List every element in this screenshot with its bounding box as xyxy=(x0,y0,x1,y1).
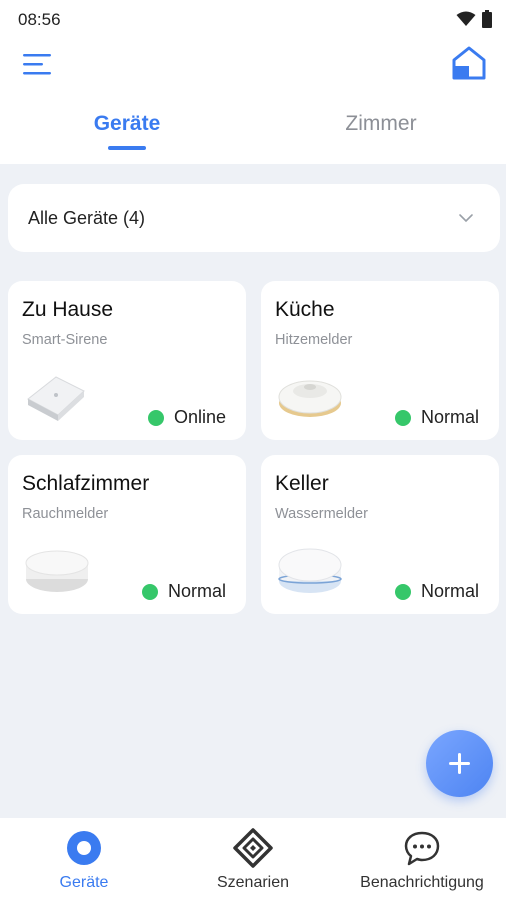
status-dot xyxy=(394,583,411,600)
status-bar: 08:56 xyxy=(0,0,506,40)
hamburger-menu-icon xyxy=(23,54,51,75)
heat-detector-image xyxy=(278,380,342,417)
smoke-detector-image xyxy=(25,550,89,592)
status-text: Online xyxy=(173,407,226,427)
status-text: Normal xyxy=(420,407,479,427)
home-button[interactable] xyxy=(450,44,488,82)
device-room: Keller xyxy=(275,472,329,495)
device-status: Normal xyxy=(141,581,226,602)
nav-label: Geräte xyxy=(59,874,109,891)
device-card-kueche[interactable]: Küche Hitzemelder Normal xyxy=(261,281,499,440)
nav-item-geraete[interactable]: Geräte xyxy=(0,828,168,892)
chat-bubble-icon xyxy=(404,831,440,866)
device-type: Hitzemelder xyxy=(275,332,353,348)
device-room: Küche xyxy=(275,298,335,321)
scenes-icon xyxy=(233,828,273,868)
home-icon xyxy=(452,46,486,80)
status-text: Normal xyxy=(420,581,479,601)
tab-zimmer[interactable]: Zimmer xyxy=(281,112,481,136)
nav-label: Szenarien xyxy=(216,874,290,891)
device-filter-dropdown[interactable]: Alle Geräte (4) xyxy=(8,184,500,252)
add-device-button[interactable] xyxy=(426,730,493,797)
status-dot xyxy=(147,409,164,426)
status-time: 08:56 xyxy=(18,10,61,29)
device-status: Normal xyxy=(394,581,479,602)
status-dot xyxy=(141,583,158,600)
device-type: Rauchmelder xyxy=(22,506,109,522)
nav-label: Benachrichtigung xyxy=(360,874,484,891)
active-tab-indicator xyxy=(108,146,146,150)
siren-device-image xyxy=(27,376,85,421)
tab-bar: Geräte Zimmer xyxy=(0,100,506,156)
tab-geraete[interactable]: Geräte xyxy=(27,112,227,136)
filter-label: Alle Geräte (4) xyxy=(28,208,146,228)
plus-icon xyxy=(449,753,470,774)
nav-item-benachrichtigung[interactable]: Benachrichtigung xyxy=(338,828,506,892)
device-status: Online xyxy=(147,407,226,428)
device-room: Zu Hause xyxy=(22,298,114,321)
device-room: Schlafzimmer xyxy=(22,472,150,495)
devices-icon xyxy=(67,831,101,865)
status-dot xyxy=(394,409,411,426)
chevron-down-icon xyxy=(459,214,473,223)
device-type: Smart-Sirene xyxy=(22,332,108,348)
water-sensor-image xyxy=(278,548,342,593)
device-type: Wassermelder xyxy=(275,506,368,522)
status-icons xyxy=(456,10,492,28)
nav-item-szenarien[interactable]: Szenarien xyxy=(169,828,337,892)
status-text: Normal xyxy=(167,581,226,601)
wifi-icon xyxy=(456,11,476,26)
device-card-schlafzimmer[interactable]: Schlafzimmer Rauchmelder Normal xyxy=(8,455,246,614)
device-status: Normal xyxy=(394,407,479,428)
menu-button[interactable] xyxy=(22,50,56,80)
device-card-zu-hause[interactable]: Zu Hause Smart-Sirene Online xyxy=(8,281,246,440)
device-card-keller[interactable]: Keller Wassermelder Normal xyxy=(261,455,499,614)
battery-icon xyxy=(482,10,492,28)
bottom-navigation: Geräte Szenarien Benachrichtigung xyxy=(0,818,506,900)
